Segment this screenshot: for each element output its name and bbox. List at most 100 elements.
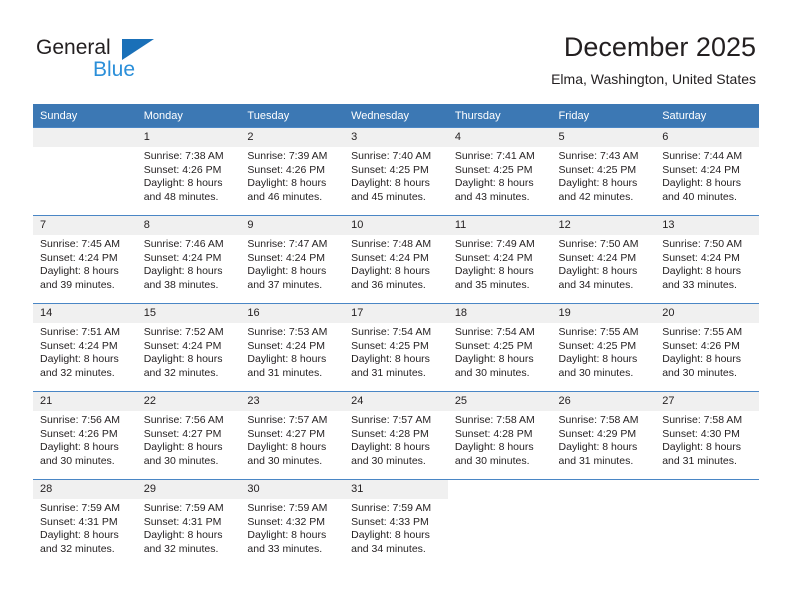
day-cell[interactable]: 2 Sunrise: 7:39 AM Sunset: 4:26 PM Dayli… <box>240 127 345 216</box>
day-cell[interactable]: 16 Sunrise: 7:53 AM Sunset: 4:24 PM Dayl… <box>240 303 345 392</box>
calendar-header-row: Sunday Monday Tuesday Wednesday Thursday… <box>33 104 759 128</box>
day-cell[interactable]: 22 Sunrise: 7:56 AM Sunset: 4:27 PM Dayl… <box>136 391 241 480</box>
day-cell[interactable]: 19 Sunrise: 7:55 AM Sunset: 4:25 PM Dayl… <box>551 303 656 392</box>
day-cell[interactable]: 28 Sunrise: 7:59 AM Sunset: 4:31 PM Dayl… <box>33 479 137 567</box>
daylight-text-line1: Daylight: 8 hours <box>454 177 534 189</box>
daylight-text-line2: and 30 minutes. <box>454 366 530 379</box>
sunrise-text: Sunrise: 7:44 AM <box>662 150 743 162</box>
day-cell[interactable]: 24 Sunrise: 7:57 AM Sunset: 4:28 PM Dayl… <box>344 391 448 480</box>
day-details: Sunrise: 7:49 AM Sunset: 4:24 PM Dayligh… <box>448 235 552 292</box>
daylight-text-line2: and 30 minutes. <box>247 454 323 467</box>
day-details <box>448 499 552 502</box>
day-cell[interactable]: 31 Sunrise: 7:59 AM Sunset: 4:33 PM Dayl… <box>344 479 448 567</box>
day-number: 5 <box>551 128 656 147</box>
daylight-text-line2: and 30 minutes. <box>662 366 737 379</box>
daylight-text-line2: and 31 minutes. <box>662 454 737 467</box>
day-number: 4 <box>447 128 552 147</box>
day-number <box>655 480 759 499</box>
sunrise-text: Sunrise: 7:54 AM <box>454 326 535 338</box>
day-details: Sunrise: 7:55 AM Sunset: 4:25 PM Dayligh… <box>552 323 656 380</box>
day-details: Sunrise: 7:54 AM Sunset: 4:25 PM Dayligh… <box>448 323 552 380</box>
day-cell[interactable]: 4 Sunrise: 7:41 AM Sunset: 4:25 PM Dayli… <box>447 127 552 216</box>
sunrise-text: Sunrise: 7:54 AM <box>351 326 432 338</box>
day-cell[interactable] <box>551 479 656 567</box>
day-cell[interactable]: 26 Sunrise: 7:58 AM Sunset: 4:29 PM Dayl… <box>551 391 656 480</box>
daylight-text-line2: and 31 minutes. <box>247 366 323 379</box>
sunrise-text: Sunrise: 7:58 AM <box>454 414 535 426</box>
brand-name-blue: Blue <box>93 58 136 81</box>
day-number: 8 <box>136 216 241 235</box>
sunset-text: Sunset: 4:24 PM <box>143 251 222 264</box>
day-cell[interactable]: 5 Sunrise: 7:43 AM Sunset: 4:25 PM Dayli… <box>551 127 656 216</box>
day-cell[interactable]: 25 Sunrise: 7:58 AM Sunset: 4:28 PM Dayl… <box>447 391 552 480</box>
day-cell[interactable]: 1 Sunrise: 7:38 AM Sunset: 4:26 PM Dayli… <box>136 127 241 216</box>
daylight-text-line1: Daylight: 8 hours <box>40 441 119 453</box>
sunrise-text: Sunrise: 7:53 AM <box>247 326 328 338</box>
day-cell[interactable]: 6 Sunrise: 7:44 AM Sunset: 4:24 PM Dayli… <box>655 127 759 216</box>
daylight-text-line1: Daylight: 8 hours <box>351 265 430 277</box>
day-cell[interactable]: 17 Sunrise: 7:54 AM Sunset: 4:25 PM Dayl… <box>344 303 448 392</box>
day-details: Sunrise: 7:59 AM Sunset: 4:33 PM Dayligh… <box>344 499 448 556</box>
day-number: 2 <box>240 128 345 147</box>
day-details: Sunrise: 7:51 AM Sunset: 4:24 PM Dayligh… <box>33 323 137 380</box>
day-details: Sunrise: 7:58 AM Sunset: 4:30 PM Dayligh… <box>655 411 759 468</box>
day-cell[interactable] <box>447 479 552 567</box>
daylight-text-line2: and 36 minutes. <box>351 278 426 291</box>
day-cell[interactable] <box>655 479 759 567</box>
daylight-text-line2: and 31 minutes. <box>558 454 634 467</box>
day-number: 29 <box>136 480 241 499</box>
daylight-text-line1: Daylight: 8 hours <box>247 529 327 541</box>
brand-logo[interactable]: General Blue <box>36 36 256 92</box>
daylight-text-line2: and 42 minutes. <box>558 190 634 203</box>
day-cell[interactable]: 12 Sunrise: 7:50 AM Sunset: 4:24 PM Dayl… <box>551 215 656 304</box>
day-cell[interactable] <box>33 127 137 216</box>
day-number: 9 <box>240 216 345 235</box>
daylight-text-line2: and 32 minutes. <box>40 366 115 379</box>
day-cell[interactable]: 30 Sunrise: 7:59 AM Sunset: 4:32 PM Dayl… <box>240 479 345 567</box>
day-cell[interactable]: 29 Sunrise: 7:59 AM Sunset: 4:31 PM Dayl… <box>136 479 241 567</box>
title-block: December 2025 Elma, Washington, United S… <box>551 30 756 89</box>
daylight-text-line2: and 32 minutes. <box>40 542 115 555</box>
sunrise-text: Sunrise: 7:48 AM <box>351 238 432 250</box>
day-cell[interactable]: 13 Sunrise: 7:50 AM Sunset: 4:24 PM Dayl… <box>655 215 759 304</box>
day-cell[interactable]: 20 Sunrise: 7:55 AM Sunset: 4:26 PM Dayl… <box>655 303 759 392</box>
weekday-header-friday: Friday <box>551 104 656 128</box>
daylight-text-line2: and 48 minutes. <box>143 190 219 203</box>
sunset-text: Sunset: 4:24 PM <box>454 251 533 264</box>
triangle-logo-icon <box>122 39 154 60</box>
day-cell[interactable]: 7 Sunrise: 7:45 AM Sunset: 4:24 PM Dayli… <box>33 215 137 304</box>
day-cell[interactable]: 10 Sunrise: 7:48 AM Sunset: 4:24 PM Dayl… <box>344 215 448 304</box>
day-number <box>551 480 656 499</box>
day-number: 7 <box>33 216 137 235</box>
sunrise-text: Sunrise: 7:59 AM <box>247 502 328 514</box>
day-cell[interactable]: 15 Sunrise: 7:52 AM Sunset: 4:24 PM Dayl… <box>136 303 241 392</box>
day-details: Sunrise: 7:59 AM Sunset: 4:32 PM Dayligh… <box>240 499 344 556</box>
day-number: 16 <box>240 304 345 323</box>
day-cell[interactable]: 8 Sunrise: 7:46 AM Sunset: 4:24 PM Dayli… <box>136 215 241 304</box>
sunrise-text: Sunrise: 7:55 AM <box>558 326 639 338</box>
day-cell[interactable]: 21 Sunrise: 7:56 AM Sunset: 4:26 PM Dayl… <box>33 391 137 480</box>
calendar-week-row: 1 Sunrise: 7:38 AM Sunset: 4:26 PM Dayli… <box>33 127 759 216</box>
day-number: 19 <box>551 304 656 323</box>
sunset-text: Sunset: 4:25 PM <box>351 339 429 352</box>
day-details: Sunrise: 7:38 AM Sunset: 4:26 PM Dayligh… <box>137 147 241 204</box>
day-cell[interactable]: 23 Sunrise: 7:57 AM Sunset: 4:27 PM Dayl… <box>240 391 345 480</box>
sunset-text: Sunset: 4:29 PM <box>558 427 637 440</box>
weekday-header-tuesday: Tuesday <box>240 104 345 128</box>
day-cell[interactable]: 11 Sunrise: 7:49 AM Sunset: 4:24 PM Dayl… <box>447 215 552 304</box>
daylight-text-line2: and 30 minutes. <box>143 454 219 467</box>
day-details: Sunrise: 7:52 AM Sunset: 4:24 PM Dayligh… <box>137 323 241 380</box>
day-number: 14 <box>33 304 137 323</box>
day-details: Sunrise: 7:40 AM Sunset: 4:25 PM Dayligh… <box>344 147 448 204</box>
day-cell[interactable]: 3 Sunrise: 7:40 AM Sunset: 4:25 PM Dayli… <box>344 127 448 216</box>
day-cell[interactable]: 27 Sunrise: 7:58 AM Sunset: 4:30 PM Dayl… <box>655 391 759 480</box>
sunset-text: Sunset: 4:24 PM <box>40 339 118 352</box>
day-cell[interactable]: 14 Sunrise: 7:51 AM Sunset: 4:24 PM Dayl… <box>33 303 137 392</box>
sunset-text: Sunset: 4:25 PM <box>454 163 533 176</box>
sunset-text: Sunset: 4:24 PM <box>351 251 429 264</box>
sunset-text: Sunset: 4:25 PM <box>351 163 429 176</box>
sunset-text: Sunset: 4:28 PM <box>454 427 533 440</box>
day-cell[interactable]: 9 Sunrise: 7:47 AM Sunset: 4:24 PM Dayli… <box>240 215 345 304</box>
day-cell[interactable]: 18 Sunrise: 7:54 AM Sunset: 4:25 PM Dayl… <box>447 303 552 392</box>
sunrise-text: Sunrise: 7:59 AM <box>40 502 120 514</box>
